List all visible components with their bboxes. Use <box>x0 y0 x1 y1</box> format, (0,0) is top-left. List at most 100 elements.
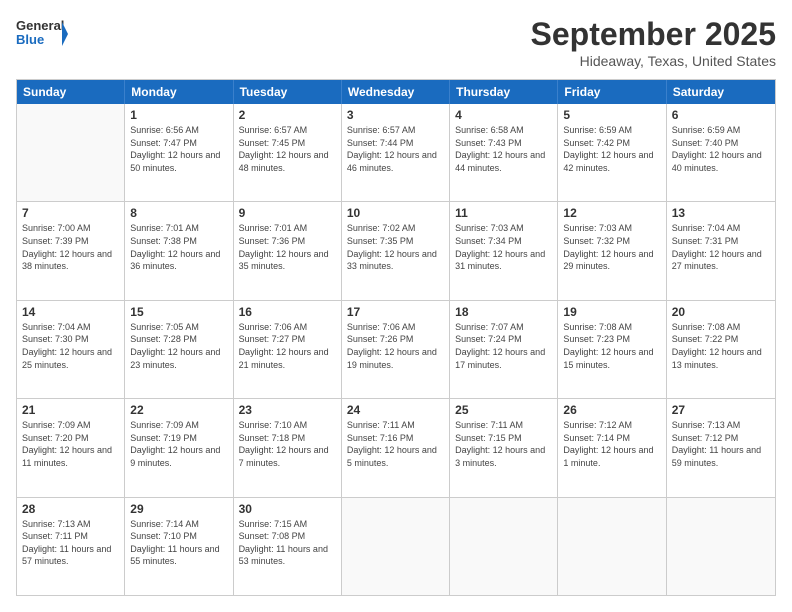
calendar-cell: 9 Sunrise: 7:01 AM Sunset: 7:36 PM Dayli… <box>234 202 342 299</box>
day-number: 20 <box>672 305 770 319</box>
calendar-cell: 12 Sunrise: 7:03 AM Sunset: 7:32 PM Dayl… <box>558 202 666 299</box>
header-monday: Monday <box>125 80 233 104</box>
calendar-cell: 7 Sunrise: 7:00 AM Sunset: 7:39 PM Dayli… <box>17 202 125 299</box>
svg-text:General: General <box>16 18 64 33</box>
calendar-cell: 28 Sunrise: 7:13 AM Sunset: 7:11 PM Dayl… <box>17 498 125 595</box>
day-number: 19 <box>563 305 660 319</box>
day-number: 25 <box>455 403 552 417</box>
day-info: Sunrise: 6:57 AM Sunset: 7:44 PM Dayligh… <box>347 124 444 174</box>
day-number: 30 <box>239 502 336 516</box>
logo-svg: General Blue <box>16 16 68 52</box>
calendar-cell: 16 Sunrise: 7:06 AM Sunset: 7:27 PM Dayl… <box>234 301 342 398</box>
day-info: Sunrise: 7:05 AM Sunset: 7:28 PM Dayligh… <box>130 321 227 371</box>
day-info: Sunrise: 7:09 AM Sunset: 7:20 PM Dayligh… <box>22 419 119 469</box>
day-number: 28 <box>22 502 119 516</box>
day-number: 18 <box>455 305 552 319</box>
calendar-cell: 19 Sunrise: 7:08 AM Sunset: 7:23 PM Dayl… <box>558 301 666 398</box>
day-info: Sunrise: 7:01 AM Sunset: 7:38 PM Dayligh… <box>130 222 227 272</box>
day-info: Sunrise: 7:13 AM Sunset: 7:12 PM Dayligh… <box>672 419 770 469</box>
calendar-cell: 22 Sunrise: 7:09 AM Sunset: 7:19 PM Dayl… <box>125 399 233 496</box>
calendar-cell: 5 Sunrise: 6:59 AM Sunset: 7:42 PM Dayli… <box>558 104 666 201</box>
calendar-cell: 20 Sunrise: 7:08 AM Sunset: 7:22 PM Dayl… <box>667 301 775 398</box>
day-number: 5 <box>563 108 660 122</box>
day-number: 8 <box>130 206 227 220</box>
day-number: 7 <box>22 206 119 220</box>
day-info: Sunrise: 7:08 AM Sunset: 7:23 PM Dayligh… <box>563 321 660 371</box>
day-info: Sunrise: 6:59 AM Sunset: 7:42 PM Dayligh… <box>563 124 660 174</box>
day-number: 24 <box>347 403 444 417</box>
day-number: 22 <box>130 403 227 417</box>
calendar-cell <box>342 498 450 595</box>
header-sunday: Sunday <box>17 80 125 104</box>
calendar-cell: 26 Sunrise: 7:12 AM Sunset: 7:14 PM Dayl… <box>558 399 666 496</box>
calendar-cell: 27 Sunrise: 7:13 AM Sunset: 7:12 PM Dayl… <box>667 399 775 496</box>
day-number: 17 <box>347 305 444 319</box>
day-info: Sunrise: 7:06 AM Sunset: 7:27 PM Dayligh… <box>239 321 336 371</box>
calendar-cell <box>17 104 125 201</box>
calendar-row: 1 Sunrise: 6:56 AM Sunset: 7:47 PM Dayli… <box>17 104 775 202</box>
location: Hideaway, Texas, United States <box>531 53 776 69</box>
calendar-cell: 14 Sunrise: 7:04 AM Sunset: 7:30 PM Dayl… <box>17 301 125 398</box>
calendar-cell: 25 Sunrise: 7:11 AM Sunset: 7:15 PM Dayl… <box>450 399 558 496</box>
month-title: September 2025 <box>531 16 776 53</box>
day-info: Sunrise: 7:09 AM Sunset: 7:19 PM Dayligh… <box>130 419 227 469</box>
day-info: Sunrise: 7:08 AM Sunset: 7:22 PM Dayligh… <box>672 321 770 371</box>
day-info: Sunrise: 7:13 AM Sunset: 7:11 PM Dayligh… <box>22 518 119 568</box>
day-info: Sunrise: 7:15 AM Sunset: 7:08 PM Dayligh… <box>239 518 336 568</box>
day-info: Sunrise: 7:11 AM Sunset: 7:16 PM Dayligh… <box>347 419 444 469</box>
day-number: 11 <box>455 206 552 220</box>
calendar-cell: 13 Sunrise: 7:04 AM Sunset: 7:31 PM Dayl… <box>667 202 775 299</box>
calendar-cell: 24 Sunrise: 7:11 AM Sunset: 7:16 PM Dayl… <box>342 399 450 496</box>
calendar-cell: 23 Sunrise: 7:10 AM Sunset: 7:18 PM Dayl… <box>234 399 342 496</box>
calendar-cell: 30 Sunrise: 7:15 AM Sunset: 7:08 PM Dayl… <box>234 498 342 595</box>
calendar-cell: 29 Sunrise: 7:14 AM Sunset: 7:10 PM Dayl… <box>125 498 233 595</box>
page: General Blue September 2025 Hideaway, Te… <box>0 0 792 612</box>
day-info: Sunrise: 7:01 AM Sunset: 7:36 PM Dayligh… <box>239 222 336 272</box>
day-info: Sunrise: 7:04 AM Sunset: 7:30 PM Dayligh… <box>22 321 119 371</box>
calendar-row: 7 Sunrise: 7:00 AM Sunset: 7:39 PM Dayli… <box>17 202 775 300</box>
day-info: Sunrise: 7:04 AM Sunset: 7:31 PM Dayligh… <box>672 222 770 272</box>
calendar-cell <box>558 498 666 595</box>
header-friday: Friday <box>558 80 666 104</box>
calendar: Sunday Monday Tuesday Wednesday Thursday… <box>16 79 776 596</box>
day-number: 1 <box>130 108 227 122</box>
day-number: 15 <box>130 305 227 319</box>
day-number: 23 <box>239 403 336 417</box>
day-info: Sunrise: 7:10 AM Sunset: 7:18 PM Dayligh… <box>239 419 336 469</box>
header-thursday: Thursday <box>450 80 558 104</box>
day-info: Sunrise: 6:58 AM Sunset: 7:43 PM Dayligh… <box>455 124 552 174</box>
calendar-cell: 18 Sunrise: 7:07 AM Sunset: 7:24 PM Dayl… <box>450 301 558 398</box>
day-number: 4 <box>455 108 552 122</box>
day-number: 12 <box>563 206 660 220</box>
svg-text:Blue: Blue <box>16 32 44 47</box>
calendar-cell: 15 Sunrise: 7:05 AM Sunset: 7:28 PM Dayl… <box>125 301 233 398</box>
day-number: 13 <box>672 206 770 220</box>
day-number: 3 <box>347 108 444 122</box>
calendar-cell: 11 Sunrise: 7:03 AM Sunset: 7:34 PM Dayl… <box>450 202 558 299</box>
calendar-cell: 1 Sunrise: 6:56 AM Sunset: 7:47 PM Dayli… <box>125 104 233 201</box>
day-info: Sunrise: 7:06 AM Sunset: 7:26 PM Dayligh… <box>347 321 444 371</box>
day-number: 6 <box>672 108 770 122</box>
calendar-cell: 8 Sunrise: 7:01 AM Sunset: 7:38 PM Dayli… <box>125 202 233 299</box>
calendar-cell: 3 Sunrise: 6:57 AM Sunset: 7:44 PM Dayli… <box>342 104 450 201</box>
day-number: 29 <box>130 502 227 516</box>
calendar-cell: 2 Sunrise: 6:57 AM Sunset: 7:45 PM Dayli… <box>234 104 342 201</box>
calendar-cell <box>667 498 775 595</box>
header-tuesday: Tuesday <box>234 80 342 104</box>
calendar-header: Sunday Monday Tuesday Wednesday Thursday… <box>17 80 775 104</box>
title-block: September 2025 Hideaway, Texas, United S… <box>531 16 776 69</box>
calendar-cell <box>450 498 558 595</box>
calendar-cell: 21 Sunrise: 7:09 AM Sunset: 7:20 PM Dayl… <box>17 399 125 496</box>
calendar-cell: 17 Sunrise: 7:06 AM Sunset: 7:26 PM Dayl… <box>342 301 450 398</box>
day-number: 2 <box>239 108 336 122</box>
day-info: Sunrise: 7:14 AM Sunset: 7:10 PM Dayligh… <box>130 518 227 568</box>
day-number: 16 <box>239 305 336 319</box>
day-info: Sunrise: 6:57 AM Sunset: 7:45 PM Dayligh… <box>239 124 336 174</box>
header: General Blue September 2025 Hideaway, Te… <box>16 16 776 69</box>
calendar-body: 1 Sunrise: 6:56 AM Sunset: 7:47 PM Dayli… <box>17 104 775 595</box>
calendar-row: 14 Sunrise: 7:04 AM Sunset: 7:30 PM Dayl… <box>17 301 775 399</box>
day-info: Sunrise: 7:11 AM Sunset: 7:15 PM Dayligh… <box>455 419 552 469</box>
calendar-cell: 4 Sunrise: 6:58 AM Sunset: 7:43 PM Dayli… <box>450 104 558 201</box>
day-info: Sunrise: 7:12 AM Sunset: 7:14 PM Dayligh… <box>563 419 660 469</box>
header-saturday: Saturday <box>667 80 775 104</box>
